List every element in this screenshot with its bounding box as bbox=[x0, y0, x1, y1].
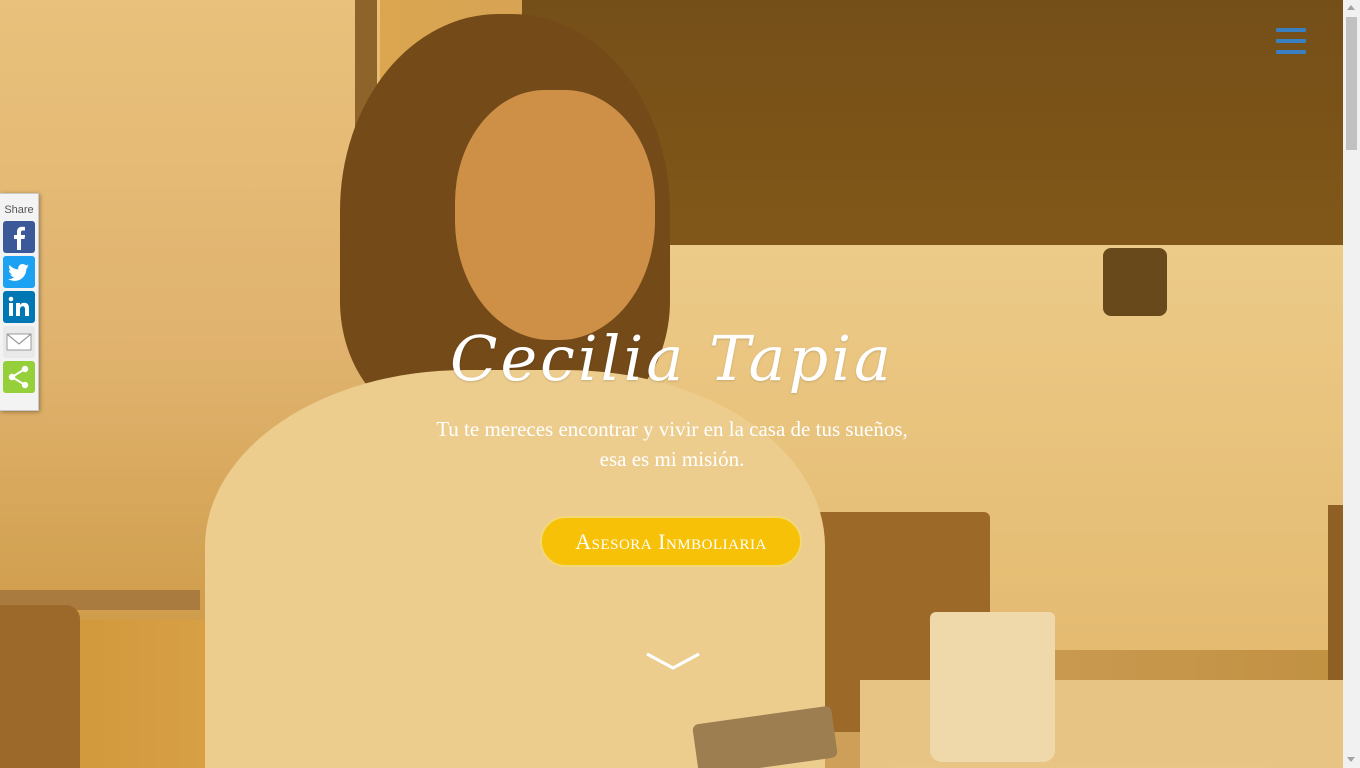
share-more-button[interactable] bbox=[3, 361, 35, 393]
hero-section: Cecilia Tapia Tu te mereces encontrar y … bbox=[0, 0, 1343, 768]
cta-button[interactable]: Asesora Inmboliaria bbox=[540, 516, 802, 567]
hero-subtitle-line1: Tu te mereces encontrar y vivir en la ca… bbox=[436, 417, 908, 441]
twitter-icon bbox=[8, 263, 29, 281]
hamburger-menu-icon[interactable] bbox=[1276, 28, 1306, 54]
scroll-up-arrow-icon[interactable] bbox=[1347, 5, 1355, 10]
hero-title: Cecilia Tapia bbox=[450, 322, 894, 395]
share-label: Share bbox=[4, 204, 34, 216]
vertical-scrollbar[interactable] bbox=[1343, 0, 1360, 768]
scroll-down-chevron-icon[interactable] bbox=[645, 650, 701, 672]
email-icon bbox=[6, 333, 32, 351]
share-icon bbox=[8, 365, 29, 389]
menu-bar bbox=[1276, 39, 1306, 43]
menu-bar bbox=[1276, 50, 1306, 54]
linkedin-share-button[interactable] bbox=[3, 291, 35, 323]
email-share-button[interactable] bbox=[3, 326, 35, 358]
twitter-share-button[interactable] bbox=[3, 256, 35, 288]
scroll-down-arrow-icon[interactable] bbox=[1347, 757, 1355, 762]
facebook-icon bbox=[14, 226, 26, 250]
hero-subtitle-line2: esa es mi misión. bbox=[599, 447, 745, 471]
scrollbar-thumb[interactable] bbox=[1346, 17, 1357, 150]
hero-subtitle: Tu te mereces encontrar y vivir en la ca… bbox=[400, 414, 944, 474]
share-sidebar: Share bbox=[0, 193, 39, 411]
facebook-share-button[interactable] bbox=[3, 221, 35, 253]
menu-bar bbox=[1276, 28, 1306, 32]
linkedin-icon bbox=[8, 296, 29, 316]
